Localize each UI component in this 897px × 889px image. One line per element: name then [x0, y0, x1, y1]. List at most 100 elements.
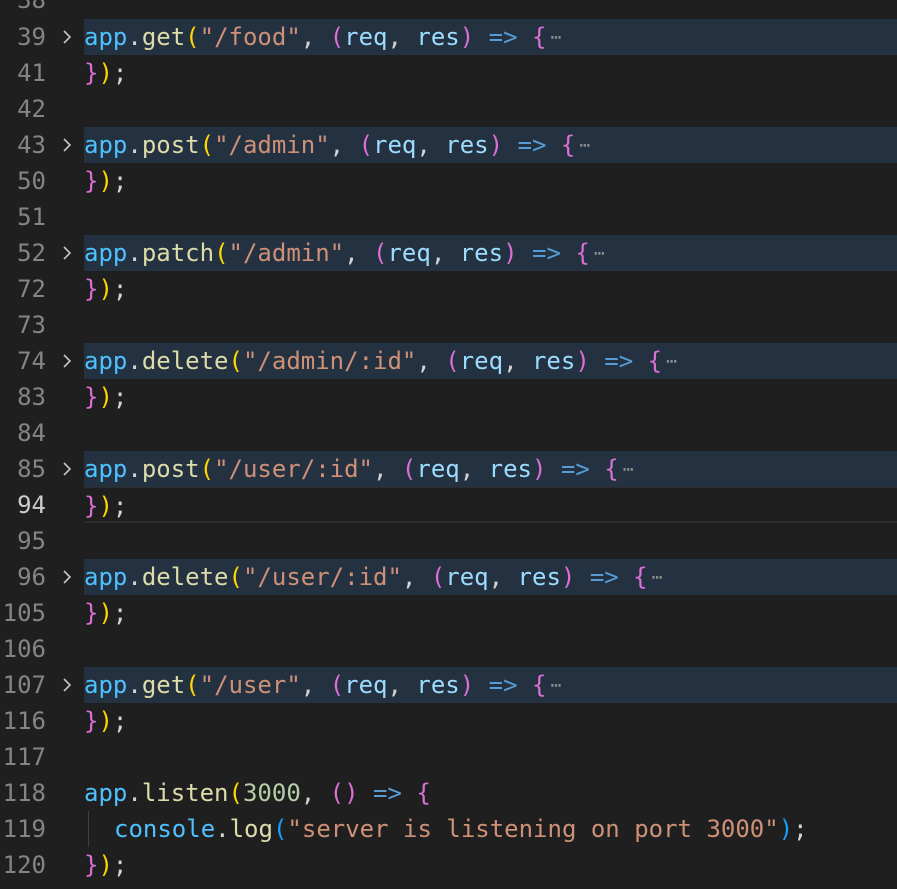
- code-line-folded[interactable]: 74 app.delete("/admin/:id", (req, res) =>…: [0, 343, 897, 379]
- line-number: 95: [17, 527, 46, 555]
- line-number: 50: [17, 167, 46, 195]
- code-content[interactable]: app.post("/admin", (req, res) => {⋯: [84, 127, 897, 163]
- fold-ellipsis-icon[interactable]: ⋯: [666, 351, 677, 372]
- code-content[interactable]: });: [84, 847, 897, 883]
- code-text: app.delete("/user/:id", (req, res) => {⋯: [84, 559, 662, 596]
- code-line-folded[interactable]: 85 app.post("/user/:id", (req, res) => {⋯: [0, 451, 897, 487]
- code-line[interactable]: 118 app.listen(3000, () => {: [0, 775, 897, 811]
- code-line[interactable]: 116});: [0, 703, 897, 739]
- code-token: .: [127, 455, 142, 483]
- code-editor[interactable]: 38 39 app.get("/food", (req, res) => {⋯ 41…: [0, 0, 897, 889]
- chevron-right-icon[interactable]: [56, 559, 78, 595]
- code-token: res: [416, 671, 460, 699]
- code-token: delete: [141, 563, 229, 591]
- code-token: =>: [517, 131, 547, 159]
- code-content[interactable]: [84, 199, 897, 235]
- line-number: 105: [2, 599, 46, 627]
- code-line[interactable]: 119 console.log("server is listening on p…: [0, 811, 897, 847]
- code-content[interactable]: console.log("server is listening on port…: [84, 811, 897, 847]
- code-line[interactable]: 42: [0, 91, 897, 127]
- code-token: req: [387, 239, 431, 267]
- code-token: }: [84, 707, 99, 735]
- code-line-folded[interactable]: 52 app.patch("/admin", (req, res) => {⋯: [0, 235, 897, 271]
- code-content[interactable]: app.patch("/admin", (req, res) => {⋯: [84, 235, 897, 271]
- chevron-right-icon[interactable]: [56, 235, 78, 271]
- code-content[interactable]: });: [84, 163, 897, 199]
- code-content[interactable]: app.delete("/user/:id", (req, res) => {⋯: [84, 559, 897, 595]
- fold-ellipsis-icon[interactable]: ⋯: [550, 675, 561, 696]
- fold-ellipsis-icon[interactable]: ⋯: [579, 135, 590, 156]
- code-content[interactable]: app.listen(3000, () => {: [84, 775, 897, 811]
- code-token: =>: [532, 239, 561, 267]
- chevron-right-icon[interactable]: [56, 343, 78, 379]
- code-content[interactable]: [84, 739, 897, 775]
- code-line[interactable]: 51: [0, 199, 897, 235]
- code-line[interactable]: 84: [0, 415, 897, 451]
- chevron-right-icon[interactable]: [56, 19, 78, 55]
- fold-ellipsis-icon[interactable]: ⋯: [594, 243, 605, 264]
- code-line-folded[interactable]: 107 app.get("/user", (req, res) => {⋯: [0, 667, 897, 703]
- code-token: listen: [141, 779, 229, 807]
- code-token: ;: [112, 707, 128, 735]
- code-line[interactable]: 95: [0, 523, 897, 559]
- code-token: ,: [387, 23, 417, 51]
- code-line-folded[interactable]: 39 app.get("/food", (req, res) => {⋯: [0, 19, 897, 55]
- code-token: (: [272, 815, 288, 843]
- code-token: (: [214, 239, 229, 267]
- code-content[interactable]: });: [84, 55, 897, 91]
- code-line-folded[interactable]: 96 app.delete("/user/:id", (req, res) => …: [0, 559, 897, 595]
- code-token: "/admin": [214, 131, 330, 159]
- code-content[interactable]: [84, 523, 897, 559]
- code-content[interactable]: });: [84, 379, 897, 415]
- code-line[interactable]: 105});: [0, 595, 897, 631]
- code-content[interactable]: [84, 631, 897, 667]
- code-line[interactable]: 83});: [0, 379, 897, 415]
- code-content[interactable]: });: [84, 271, 897, 307]
- code-token: req: [445, 563, 489, 591]
- code-token: patch: [141, 239, 215, 267]
- chevron-right-icon[interactable]: [56, 667, 78, 703]
- code-line[interactable]: 41});: [0, 55, 897, 91]
- code-line[interactable]: 72});: [0, 271, 897, 307]
- code-line[interactable]: 117: [0, 739, 897, 775]
- code-content[interactable]: app.delete("/admin/:id", (req, res) => {…: [84, 343, 897, 379]
- chevron-right-icon[interactable]: [56, 127, 78, 163]
- code-content[interactable]: [84, 415, 897, 451]
- fold-ellipsis-icon[interactable]: ⋯: [550, 27, 561, 48]
- code-token: }: [84, 167, 99, 195]
- code-line[interactable]: 106: [0, 631, 897, 667]
- chevron-right-icon[interactable]: [56, 451, 78, 487]
- code-token: {: [604, 455, 619, 483]
- code-content[interactable]: [84, 91, 897, 127]
- line-number: 118: [2, 779, 46, 807]
- fold-ellipsis-icon[interactable]: ⋯: [652, 567, 663, 588]
- code-content[interactable]: app.get("/food", (req, res) => {⋯: [84, 19, 897, 55]
- code-content[interactable]: });: [84, 595, 897, 631]
- code-content[interactable]: app.get("/user", (req, res) => {⋯: [84, 667, 897, 703]
- code-line[interactable]: 50});: [0, 163, 897, 199]
- code-line[interactable]: 94});: [0, 487, 897, 523]
- code-token: res: [416, 23, 460, 51]
- code-line[interactable]: 73: [0, 307, 897, 343]
- code-content[interactable]: app.post("/user/:id", (req, res) => {⋯: [84, 451, 897, 487]
- code-content[interactable]: [84, 307, 897, 343]
- code-line-folded[interactable]: 43 app.post("/admin", (req, res) => {⋯: [0, 127, 897, 163]
- code-token: ,: [430, 239, 460, 267]
- code-line[interactable]: 120});: [0, 847, 897, 883]
- code-token: (: [373, 239, 388, 267]
- code-content[interactable]: });: [84, 703, 897, 739]
- code-text: app.post("/admin", (req, res) => {⋯: [84, 127, 590, 164]
- code-token: (: [185, 671, 200, 699]
- code-token: {: [532, 671, 547, 699]
- code-token: =>: [560, 455, 590, 483]
- code-content[interactable]: });: [84, 487, 897, 523]
- code-text: });: [84, 271, 127, 307]
- code-token: (: [199, 131, 215, 159]
- fold-ellipsis-icon[interactable]: ⋯: [623, 459, 634, 480]
